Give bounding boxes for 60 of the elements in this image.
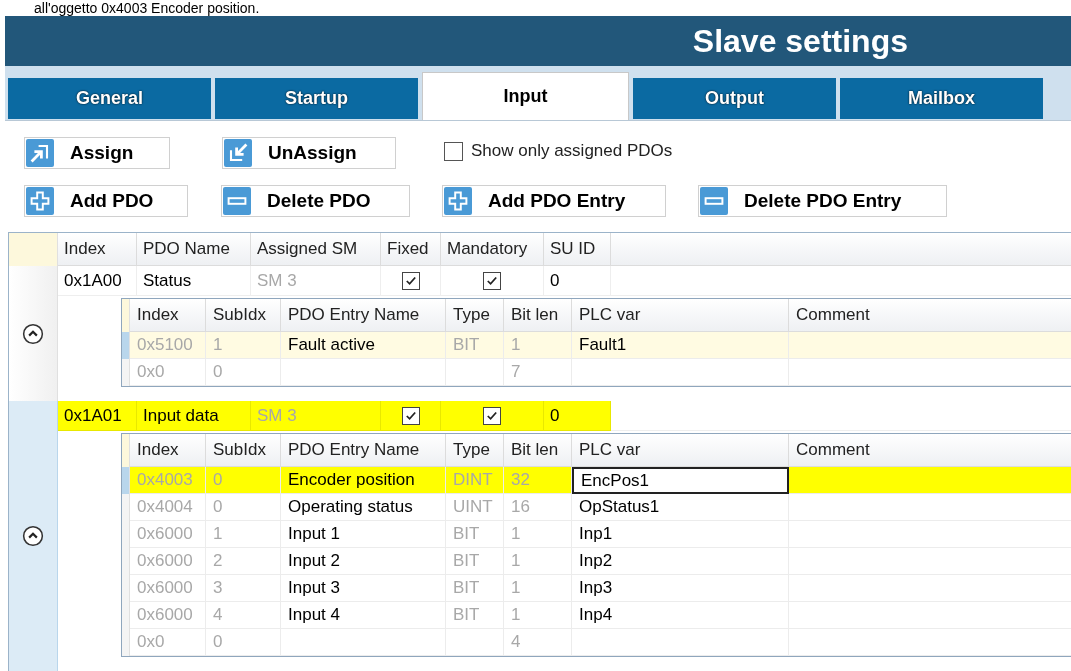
toolbar-button[interactable]: Delete PDO Entry	[698, 185, 947, 217]
plus-icon	[26, 187, 54, 215]
checkbox-label: Show only assigned PDOs	[471, 140, 673, 163]
checkbox[interactable]	[483, 406, 501, 425]
minus-icon	[700, 187, 728, 215]
tab[interactable]: Output	[633, 78, 836, 119]
column-header: Bit len	[504, 434, 572, 467]
column-header: Index	[130, 434, 206, 467]
minus-icon	[223, 187, 251, 215]
table-cell: 0	[206, 629, 281, 656]
toolbar-button[interactable]: Assign	[24, 137, 170, 169]
table-cell: 0x0	[130, 629, 206, 656]
caption-text: all'oggetto 0x4003 Encoder position.	[34, 0, 260, 16]
table-cell: SM 3	[251, 401, 381, 431]
toolbar-button[interactable]: Add PDO	[24, 185, 188, 217]
tab[interactable]: Mailbox	[840, 78, 1043, 119]
checkbox[interactable]	[401, 406, 420, 425]
header-corner	[122, 434, 130, 467]
toolbar-button[interactable]: Add PDO Entry	[442, 185, 666, 217]
tab[interactable]: General	[8, 78, 211, 119]
table-cell: 0	[544, 401, 611, 431]
column-header: SubIdx	[206, 434, 281, 467]
column-header: Bit len	[504, 299, 572, 332]
table-cell: 0x1A00	[58, 266, 137, 296]
table-cell: 4	[504, 629, 572, 656]
table-cell: 0	[544, 266, 611, 296]
table-cell: 7	[504, 359, 572, 386]
table-cell: Status	[137, 266, 251, 296]
column-header: PDO Entry Name	[281, 434, 446, 467]
toolbar-button[interactable]: UnAssign	[222, 137, 396, 169]
window-title: Slave settings	[692, 24, 908, 57]
table-cell: Input data	[137, 401, 251, 431]
table-cell: 0x1A01	[58, 401, 137, 431]
tab[interactable]: Startup	[215, 78, 418, 119]
column-header: Assigned SM	[251, 233, 381, 266]
column-header: PLC var	[572, 299, 789, 332]
collapse-icon[interactable]	[22, 322, 44, 345]
table-cell: SM 3	[251, 266, 381, 296]
column-header: Fixed	[381, 233, 441, 266]
column-header: Mandatory	[441, 233, 544, 266]
column-header: SubIdx	[206, 299, 281, 332]
column-header: PLC var	[572, 434, 789, 467]
column-header: Index	[130, 299, 206, 332]
column-header: PDO Name	[137, 233, 251, 266]
column-header: PDO Entry Name	[281, 299, 446, 332]
toolbar-button[interactable]: Delete PDO	[221, 185, 410, 217]
plus-icon	[444, 187, 472, 215]
checkbox[interactable]	[401, 271, 420, 290]
column-header: Index	[58, 233, 137, 266]
checkbox[interactable]	[483, 271, 501, 290]
column-header: SU ID	[544, 233, 611, 266]
header-corner	[122, 299, 130, 332]
checkbox[interactable]	[444, 141, 463, 161]
table-cell: 0	[206, 359, 281, 386]
input-field[interactable]: EncPos1	[572, 467, 789, 494]
column-header: Type	[446, 434, 504, 467]
tab[interactable]: Input	[422, 72, 629, 120]
collapse-icon[interactable]	[22, 525, 44, 547]
column-header: Type	[446, 299, 504, 332]
table-cell: 0x0	[130, 359, 206, 386]
